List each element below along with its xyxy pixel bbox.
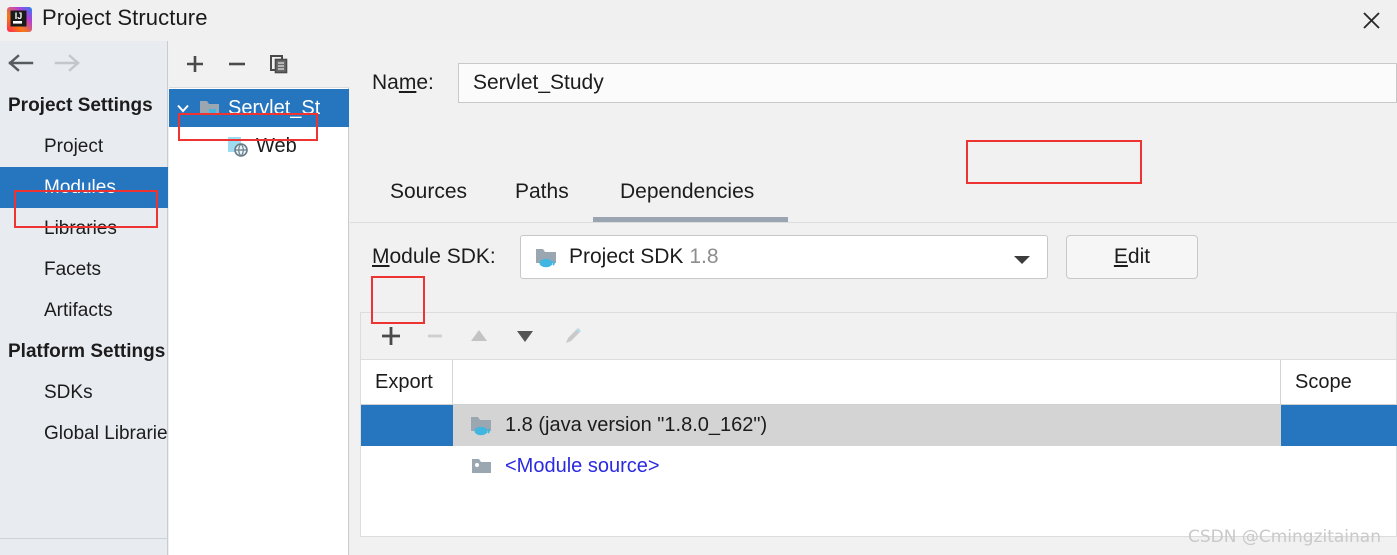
window-title: Project Structure (42, 5, 208, 30)
intellij-idea-logo-icon: IJ (6, 6, 33, 33)
module-folder-icon (197, 98, 223, 118)
module-sdk-label: Module SDK: (372, 245, 496, 268)
sidebar-group-project-settings: Project Settings (8, 95, 153, 116)
module-tree-rows: Servlet_St Web (169, 89, 349, 165)
title-bar: IJ Project Structure (0, 0, 1397, 41)
dependency-label: <Module source> (505, 455, 660, 477)
sidebar-item-facets[interactable]: Facets (0, 249, 168, 290)
minus-icon (417, 320, 453, 352)
chevron-down-icon[interactable] (169, 100, 197, 116)
cell-export-checkbox[interactable] (361, 405, 453, 446)
sidebar-item-project[interactable]: Project (0, 126, 168, 167)
tree-item-web[interactable]: Web (169, 127, 349, 165)
module-sdk-dropdown[interactable]: Project SDK 1.8 (520, 235, 1048, 279)
module-name-input[interactable]: Servlet_Study (458, 63, 1397, 103)
watermark: CSDN @Cmingzitainan (1187, 527, 1381, 547)
plus-icon[interactable] (373, 320, 409, 352)
module-tree-toolbar (169, 41, 349, 88)
table-row[interactable]: 1.8 (java version "1.8.0_162") (361, 405, 1397, 446)
tree-item-label: Web (256, 134, 297, 157)
sidebar-item-global-libraries[interactable]: Global Libraries (0, 413, 168, 454)
tab-paths[interactable]: Paths (515, 166, 569, 218)
table-header-row: Export Scope (361, 360, 1396, 405)
svg-text:IJ: IJ (15, 11, 23, 21)
settings-nav-list: Project Settings Project Modules Librari… (0, 85, 168, 454)
cell-dependency-name: 1.8 (java version "1.8.0_162") (453, 405, 767, 446)
column-header-scope[interactable]: Scope (1281, 360, 1397, 405)
module-sdk-value: Project SDK 1.8 (569, 236, 719, 278)
module-editor-pane: Name: Servlet_Study Sources Paths Depend… (350, 41, 1397, 555)
sidebar-item-libraries[interactable]: Libraries (0, 208, 168, 249)
sidebar-nav-arrows (0, 41, 168, 85)
sidebar-divider (0, 538, 168, 539)
jdk-folder-icon (535, 247, 559, 269)
chevron-down-icon[interactable] (1013, 253, 1031, 271)
cell-scope[interactable] (1281, 446, 1397, 487)
module-source-icon (467, 456, 497, 478)
table-row[interactable]: <Module source> (361, 446, 1396, 487)
column-header-export[interactable]: Export (361, 360, 453, 405)
web-facet-icon (225, 135, 251, 157)
module-sdk-row: Module SDK: Project SDK 1.8 E dit (350, 235, 1397, 281)
tree-item-servlet-study[interactable]: Servlet_St (169, 89, 349, 127)
sidebar-group-platform-settings: Platform Settings (8, 341, 166, 362)
arrow-down-icon[interactable] (507, 320, 543, 352)
dependencies-toolbar (360, 312, 1397, 359)
cell-export-checkbox[interactable] (361, 446, 453, 487)
cell-dependency-name: <Module source> (453, 446, 660, 487)
cell-scope[interactable] (1281, 405, 1397, 446)
arrow-left-icon[interactable] (4, 50, 40, 76)
project-structure-dialog: IJ Project Structure Project Settings Pr… (0, 0, 1397, 555)
column-header-name[interactable] (453, 360, 1281, 405)
module-name-row: Name: Servlet_Study (350, 63, 1397, 105)
module-sdk-name: Project SDK (569, 245, 684, 268)
copy-icon[interactable] (263, 49, 295, 79)
sidebar-item-problems[interactable]: Problems (0, 551, 168, 555)
minus-icon[interactable] (221, 49, 253, 79)
edit-sdk-button[interactable]: Edit (1066, 235, 1198, 279)
tabs-baseline (350, 222, 1397, 223)
tree-item-label: Servlet_St (228, 96, 321, 119)
sidebar-item-modules[interactable]: Modules (0, 167, 168, 208)
module-name-label: Name: (372, 71, 434, 94)
jdk-folder-icon (467, 415, 497, 437)
sidebar-item-sdks[interactable]: SDKs (0, 372, 168, 413)
arrow-up-icon (461, 320, 497, 352)
tab-sources[interactable]: Sources (390, 166, 467, 218)
settings-sidebar: Project Settings Project Modules Librari… (0, 41, 168, 555)
module-sdk-version: 1.8 (689, 245, 719, 268)
dependency-label: 1.8 (java version "1.8.0_162") (505, 414, 768, 436)
module-tree-panel: Servlet_St Web (169, 41, 349, 555)
close-icon[interactable] (1345, 0, 1397, 41)
pencil-icon (555, 320, 591, 352)
sidebar-item-artifacts[interactable]: Artifacts (0, 290, 168, 331)
tab-dependencies[interactable]: Dependencies (620, 166, 754, 218)
plus-icon[interactable] (179, 49, 211, 79)
dependencies-table: Export Scope 1.8 (java version "1.8.0_16… (360, 359, 1397, 537)
module-tabs: Sources Paths Dependencies (350, 166, 1397, 224)
arrow-right-icon[interactable] (48, 50, 84, 76)
